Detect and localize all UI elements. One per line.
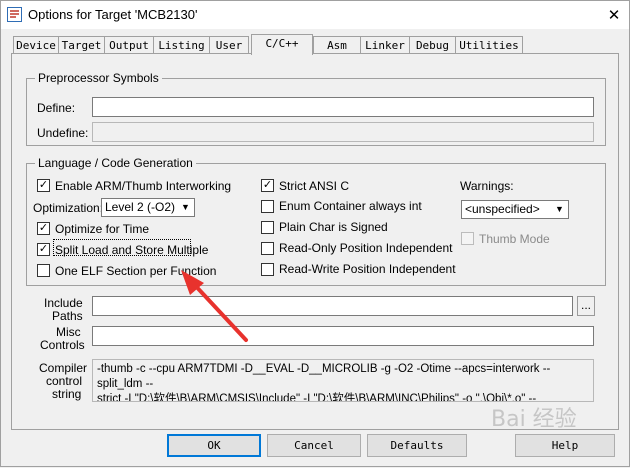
optimization-select[interactable]: Level 2 (-O2) ▼	[101, 198, 195, 217]
tab-output[interactable]: Output	[104, 36, 154, 54]
ro-position-independent-label: Read-Only Position Independent	[279, 241, 453, 255]
arm-thumb-label: Enable ARM/Thumb Interworking	[55, 179, 232, 193]
defaults-button[interactable]: Defaults	[367, 434, 467, 457]
language-group-title: Language / Code Generation	[35, 156, 196, 170]
tab-utilities[interactable]: Utilities	[455, 36, 523, 54]
tab-c-cpp[interactable]: C/C++	[251, 34, 313, 55]
define-label: Define:	[37, 101, 76, 115]
warnings-label: Warnings:	[460, 179, 514, 193]
optimization-label: Optimization:	[33, 201, 104, 215]
include-paths-input[interactable]	[92, 296, 573, 316]
one-elf-checkbox[interactable]	[37, 264, 50, 277]
include-paths-label-1: Include	[44, 296, 83, 310]
title-bar: Options for Target 'MCB2130' ✕	[1, 1, 629, 29]
tab-user[interactable]: User	[209, 36, 249, 54]
misc-controls-label-2: Controls	[40, 338, 85, 352]
one-elf-label: One ELF Section per Function	[55, 264, 217, 278]
split-load-checkbox[interactable]: ✓	[37, 243, 50, 256]
tab-asm[interactable]: Asm	[313, 36, 361, 54]
include-paths-label-2: Paths	[52, 309, 83, 323]
focus-rectangle	[53, 239, 191, 256]
watermark: Bai 经验	[491, 407, 577, 432]
misc-controls-label-1: Misc	[56, 325, 81, 339]
arm-thumb-checkbox[interactable]: ✓	[37, 179, 50, 192]
tab-listing[interactable]: Listing	[153, 36, 210, 54]
tab-device[interactable]: Device	[13, 36, 59, 54]
rw-position-independent-label: Read-Write Position Independent	[279, 262, 456, 276]
compiler-string-label-3: string	[52, 387, 82, 401]
define-input[interactable]	[92, 97, 594, 117]
rw-position-independent-checkbox[interactable]	[261, 263, 274, 276]
ro-position-independent-checkbox[interactable]	[261, 242, 274, 255]
compiler-control-string: -thumb -c --cpu ARM7TDMI -D__EVAL -D__MI…	[92, 359, 594, 402]
warnings-select[interactable]: <unspecified> ▼	[461, 200, 569, 219]
compiler-string-label-2: control	[46, 374, 83, 388]
compiler-string-line-1: -thumb -c --cpu ARM7TDMI -D__EVAL -D__MI…	[97, 363, 551, 390]
plain-char-checkbox[interactable]	[261, 221, 274, 234]
thumb-mode-checkbox[interactable]	[461, 232, 474, 245]
misc-controls-input[interactable]	[92, 326, 594, 346]
thumb-mode-label: Thumb Mode	[479, 232, 550, 246]
optimization-value: Level 2 (-O2)	[105, 200, 176, 214]
close-icon: ✕	[607, 7, 621, 24]
tab-linker[interactable]: Linker	[360, 36, 410, 54]
close-button[interactable]: ✕	[603, 5, 625, 25]
chevron-down-icon: ▼	[555, 204, 564, 214]
optimize-time-checkbox[interactable]: ✓	[37, 222, 50, 235]
ok-button[interactable]: OK	[167, 434, 261, 457]
app-icon	[7, 7, 22, 22]
chevron-down-icon: ▼	[181, 202, 190, 212]
plain-char-label: Plain Char is Signed	[279, 220, 388, 234]
enum-container-label: Enum Container always int	[279, 199, 422, 213]
cancel-button[interactable]: Cancel	[267, 434, 361, 457]
tab-target[interactable]: Target	[58, 36, 105, 54]
browse-include-paths-button[interactable]: ...	[577, 296, 595, 316]
warnings-value: <unspecified>	[465, 202, 540, 216]
compiler-string-label-1: Compiler	[39, 361, 88, 375]
preprocessor-group-title: Preprocessor Symbols	[35, 71, 162, 85]
undefine-input[interactable]	[92, 122, 594, 142]
options-dialog: Options for Target 'MCB2130' ✕ Device Ta…	[0, 0, 630, 467]
undefine-label: Undefine:	[37, 126, 89, 140]
help-button[interactable]: Help	[515, 434, 615, 457]
cpp-options-panel: Preprocessor Symbols Define: Undefine: L…	[11, 53, 619, 430]
window-title: Options for Target 'MCB2130'	[28, 7, 198, 22]
enum-container-checkbox[interactable]	[261, 200, 274, 213]
strict-ansi-label: Strict ANSI C	[279, 179, 350, 193]
preprocessor-group: Preprocessor Symbols Define: Undefine:	[26, 71, 606, 146]
tab-debug[interactable]: Debug	[409, 36, 456, 54]
optimize-time-label: Optimize for Time	[55, 222, 150, 236]
strict-ansi-checkbox[interactable]: ✓	[261, 179, 274, 192]
language-group: Language / Code Generation ✓ Enable ARM/…	[26, 156, 606, 286]
